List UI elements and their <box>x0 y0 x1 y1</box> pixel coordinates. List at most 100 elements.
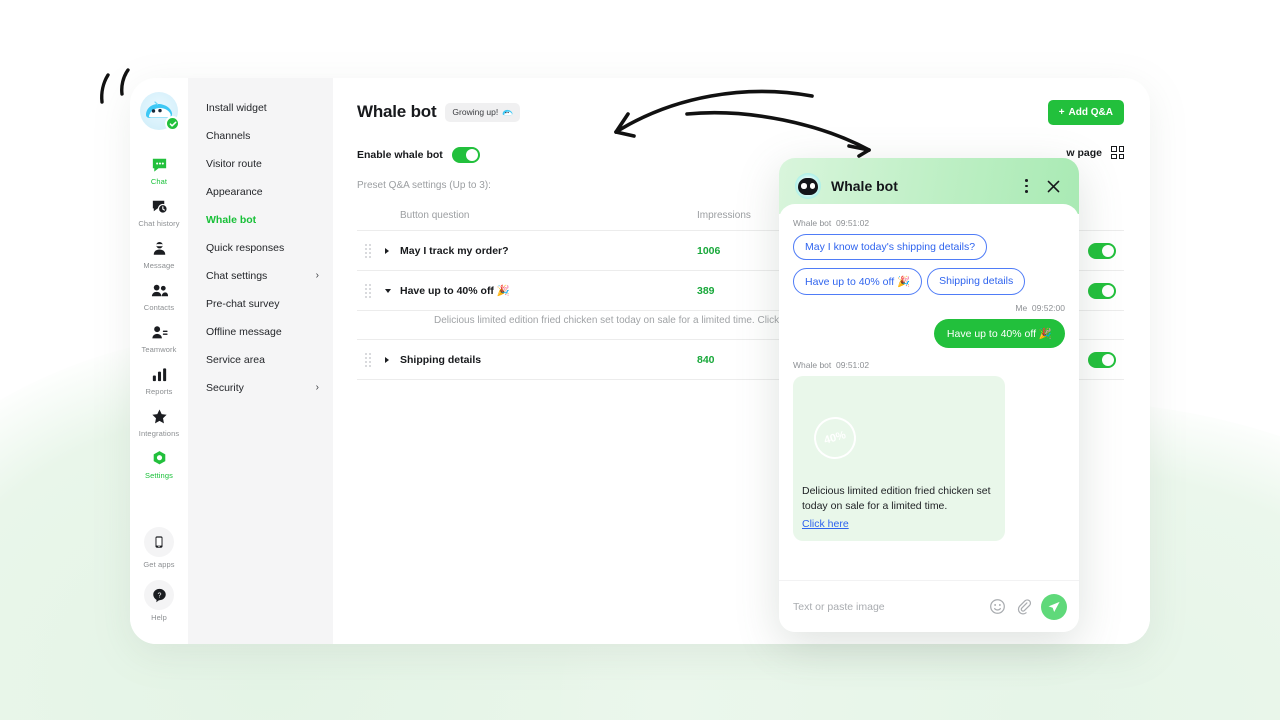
contacts-icon <box>130 280 188 300</box>
mobile-phone-icon <box>144 527 174 557</box>
rail-item-message[interactable]: Message <box>130 232 188 274</box>
row-enable-toggle[interactable] <box>1088 242 1116 259</box>
submenu-label: Quick responses <box>206 242 285 254</box>
product-card-text: Delicious limited edition fried chicken … <box>802 485 991 513</box>
submenu-item-channels[interactable]: Channels <box>188 122 333 150</box>
user-timestamp: 09:52:00 <box>1031 303 1065 313</box>
rail-item-integrations[interactable]: Integrations <box>130 400 188 442</box>
submenu-item-whale-bot[interactable]: Whale bot <box>188 206 333 234</box>
add-qa-button[interactable]: + Add Q&A <box>1047 100 1124 125</box>
submenu-label: Chat settings <box>206 270 268 282</box>
app-logo[interactable] <box>140 92 180 131</box>
check-badge-icon <box>165 116 180 131</box>
expand-caret-icon[interactable] <box>385 247 389 254</box>
submenu-label: Service area <box>206 354 265 366</box>
submenu-item-service-area[interactable]: Service area <box>188 346 333 374</box>
user-name: Me <box>1015 303 1028 313</box>
submenu-item-offline-message[interactable]: Offline message <box>188 318 333 346</box>
page-header: Whale bot Growing up! <box>357 102 1124 122</box>
submenu-label: Offline message <box>206 326 282 338</box>
rail-label: Teamwork <box>141 345 177 354</box>
rail-label: Get apps <box>143 560 175 569</box>
rail-item-settings[interactable]: Settings <box>130 442 188 484</box>
rail-label: Integrations <box>138 429 180 438</box>
rail-label: Chat <box>150 177 168 186</box>
reports-icon <box>130 364 188 384</box>
rail-item-reports[interactable]: Reports <box>130 358 188 400</box>
product-card-link[interactable]: Click here <box>802 518 849 530</box>
bot-eye-left <box>801 183 807 189</box>
chat-message-input[interactable] <box>793 600 980 613</box>
product-card[interactable]: 40% Delicious limited edition fried chic… <box>793 376 1005 542</box>
header-button-question: Button question <box>400 210 470 221</box>
drag-handle-icon[interactable] <box>365 243 371 258</box>
submenu-label: Whale bot <box>206 214 257 226</box>
rail-item-get-apps[interactable]: Get apps <box>130 520 188 573</box>
chat-widget-title: Whale bot <box>831 178 898 194</box>
user-message-meta: Me 09:52:00 <box>793 303 1065 313</box>
rail-item-chat[interactable]: Chat <box>130 148 188 190</box>
enable-whale-bot-toggle[interactable] <box>451 147 480 163</box>
chevron-right-icon: › <box>315 270 319 281</box>
chat-icon <box>130 154 188 174</box>
rail-item-teamwork[interactable]: Teamwork <box>130 316 188 358</box>
rail-label: Reports <box>145 387 173 396</box>
chat-message-list: Whale bot 09:51:02 May I know today's sh… <box>779 204 1079 580</box>
submenu-label: Security <box>206 382 244 394</box>
rail-item-contacts[interactable]: Contacts <box>130 274 188 316</box>
submenu-item-quick-responses[interactable]: Quick responses <box>188 234 333 262</box>
drag-handle-icon[interactable] <box>365 283 371 298</box>
rail-label: Help <box>151 613 167 622</box>
bot-face-icon <box>798 177 818 195</box>
bot-name: Whale bot <box>793 360 832 370</box>
toggle-knob <box>1102 244 1114 257</box>
discount-badge: 40% <box>809 412 861 464</box>
paperclip-icon[interactable] <box>1015 598 1032 615</box>
collapse-caret-icon[interactable] <box>385 288 391 293</box>
more-vertical-icon[interactable] <box>1021 175 1032 196</box>
submenu-label: Appearance <box>206 186 263 198</box>
quick-reply-button[interactable]: May I know today's shipping details? <box>793 234 988 260</box>
chat-history-icon <box>130 196 188 216</box>
quick-reply-button[interactable]: Have up to 40% off 🎉 <box>793 268 923 295</box>
chat-input-bar <box>779 580 1079 632</box>
growing-up-badge: Growing up! <box>445 102 521 122</box>
close-icon[interactable] <box>1042 177 1065 196</box>
message-icon <box>130 238 188 258</box>
send-paper-plane-icon[interactable] <box>1041 593 1067 620</box>
rail-item-help[interactable]: ? Help <box>130 573 188 626</box>
fried-chicken-image: 40% <box>802 385 996 477</box>
submenu-item-appearance[interactable]: Appearance <box>188 178 333 206</box>
emoji-smile-icon[interactable] <box>989 598 1006 615</box>
row-enable-toggle[interactable] <box>1088 282 1116 299</box>
submenu-item-install-widget[interactable]: Install widget <box>188 94 333 122</box>
expand-caret-icon[interactable] <box>385 356 389 363</box>
quick-reply-button[interactable]: Shipping details <box>927 268 1026 295</box>
add-qa-label: Add Q&A <box>1068 107 1113 118</box>
submenu-item-chat-settings[interactable]: Chat settings › <box>188 262 333 290</box>
submenu-item-security[interactable]: Security › <box>188 374 333 402</box>
row-question: Shipping details <box>400 353 482 366</box>
enable-whale-bot-label: Enable whale bot <box>357 149 443 161</box>
rail-label: Settings <box>145 471 173 480</box>
bot-avatar <box>795 173 821 199</box>
submenu-label: Install widget <box>206 102 267 114</box>
drag-handle-icon[interactable] <box>365 352 371 367</box>
rail-item-chat-history[interactable]: Chat history <box>130 190 188 232</box>
help-question-icon: ? <box>144 580 174 610</box>
submenu-item-pre-chat-survey[interactable]: Pre-chat survey <box>188 290 333 318</box>
submenu-item-visitor-route[interactable]: Visitor route <box>188 150 333 178</box>
icon-rail: Chat Chat history Message Contacts Teamw <box>130 78 188 644</box>
rail-bottom-group: Get apps ? Help <box>130 520 188 644</box>
row-question: May I track my order? <box>400 244 509 257</box>
preview-page-label: w page <box>1066 146 1102 159</box>
whale-badge-icon <box>501 106 514 119</box>
rail-label: Chat history <box>138 219 180 228</box>
row-enable-toggle[interactable] <box>1088 351 1116 368</box>
toggle-knob <box>1102 353 1114 366</box>
bot-eye-right <box>809 183 815 189</box>
bot-timestamp: 09:51:02 <box>836 360 870 370</box>
growing-up-label: Growing up! <box>452 107 499 117</box>
rail-label: Message <box>143 261 175 270</box>
row-question: Have up to 40% off 🎉 <box>400 285 510 297</box>
